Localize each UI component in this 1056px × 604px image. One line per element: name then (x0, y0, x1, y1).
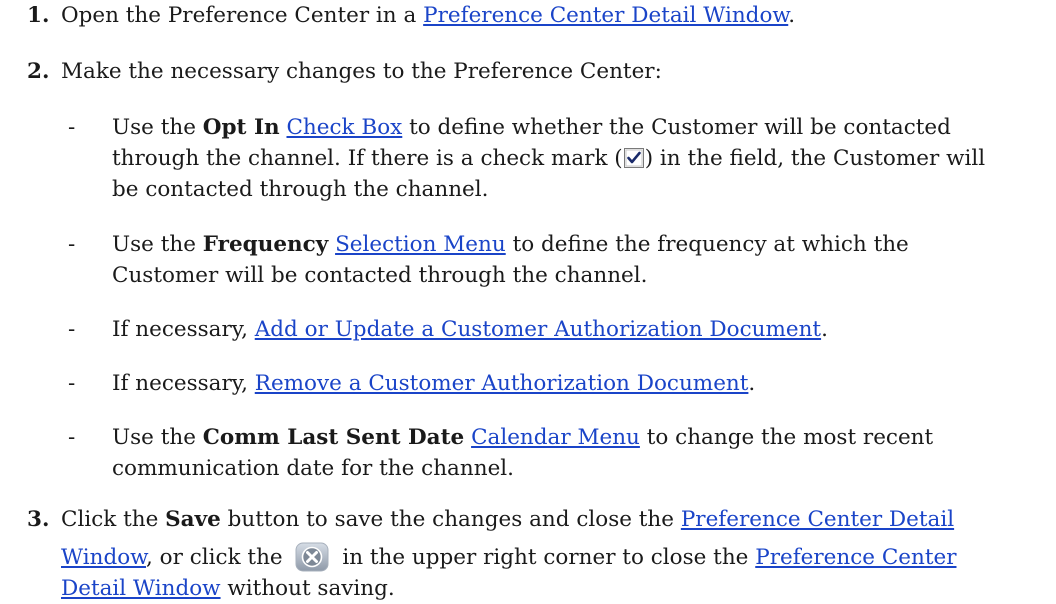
opt-in-label: Opt In (202, 115, 280, 140)
text-part: . (821, 317, 828, 342)
bullet-line: communication date for the channel. (112, 456, 515, 481)
preference-center-detail-window-link-cont[interactable]: Window (61, 545, 146, 570)
bullet-text: Use the Frequency Selection Menu to defi… (112, 229, 1052, 291)
frequency-label: Frequency (202, 232, 329, 257)
remove-authorization-document-link[interactable]: Remove a Customer Authorization Document (255, 371, 749, 396)
text-part: If necessary, (112, 371, 255, 396)
step-text: Make the necessary changes to the Prefer… (61, 59, 662, 84)
text-part: Use the (112, 115, 203, 140)
bullet-line: Use the Comm Last Sent Date Calendar Men… (112, 422, 1052, 453)
bullet-dash: - (68, 425, 76, 450)
bullet-line: through the channel. If there is a check… (112, 143, 1052, 174)
preference-center-detail-window-link[interactable]: Preference Center Detail (681, 507, 954, 532)
step-text: Open the Preference Center in a Preferen… (61, 0, 1051, 31)
text-part: If necessary, (112, 317, 255, 342)
text-part: , or click the (146, 545, 290, 570)
preference-center-detail-window-link-2[interactable]: Preference Center (755, 545, 956, 570)
text-part: ) in the field, the Customer will (644, 146, 986, 171)
bullet-text: Use the Comm Last Sent Date Calendar Men… (112, 422, 1052, 484)
preference-center-detail-window-link-2-cont[interactable]: Detail Window (61, 576, 221, 601)
close-x-icon (295, 542, 329, 572)
bullet-line: Use the Frequency Selection Menu to defi… (112, 229, 1052, 260)
text-part: through the channel. If there is a check… (112, 146, 623, 171)
step-number: 3. (27, 507, 50, 532)
step-text: Click the Save button to save the change… (61, 504, 1051, 604)
step-line: Window, or click the in the upper right … (61, 542, 1051, 573)
step-number: 1. (27, 3, 50, 28)
bullet-line: Use the Opt In Check Box to define wheth… (112, 112, 1052, 143)
bullet-dash: - (68, 317, 76, 342)
bullet-dash: - (68, 232, 76, 257)
bullet-dash: - (68, 371, 76, 396)
text-part: Use the (112, 425, 203, 450)
preference-center-detail-window-link[interactable]: Preference Center Detail Window (423, 3, 788, 28)
save-label: Save (165, 507, 221, 532)
bullet-text: If necessary, Remove a Customer Authoriz… (112, 368, 1052, 399)
text-part: button to save the changes and close the (220, 507, 681, 532)
text-part: to define whether the Customer will be c… (402, 115, 951, 140)
text-part: without saving. (220, 576, 395, 601)
step-text-part: Open the Preference Center in a (61, 3, 424, 28)
bullet-text: Use the Opt In Check Box to define wheth… (112, 112, 1052, 205)
text-part: Use the (112, 232, 203, 257)
bullet-line: be contacted through the channel. (112, 177, 489, 202)
checked-checkbox-icon (623, 146, 644, 168)
text-part: to define the frequency at which the (505, 232, 909, 257)
step-line: Click the Save button to save the change… (61, 504, 1051, 542)
bullet-text: If necessary, Add or Update a Customer A… (112, 314, 1052, 345)
comm-last-sent-date-label: Comm Last Sent Date (202, 425, 465, 450)
text-part: to change the most recent (639, 425, 934, 450)
step-line: Detail Window without saving. (61, 573, 1051, 604)
text-part: in the upper right corner to close the (335, 545, 756, 570)
step-number: 2. (27, 59, 50, 84)
add-update-authorization-document-link[interactable]: Add or Update a Customer Authorization D… (255, 317, 821, 342)
bullet-line: Customer will be contacted through the c… (112, 263, 648, 288)
check-box-link[interactable]: Check Box (286, 115, 402, 140)
step-text-part: . (788, 3, 796, 28)
selection-menu-link[interactable]: Selection Menu (335, 232, 506, 257)
bullet-dash: - (68, 115, 76, 140)
calendar-menu-link[interactable]: Calendar Menu (471, 425, 640, 450)
text-part: Click the (61, 507, 166, 532)
text-part: . (748, 371, 756, 396)
